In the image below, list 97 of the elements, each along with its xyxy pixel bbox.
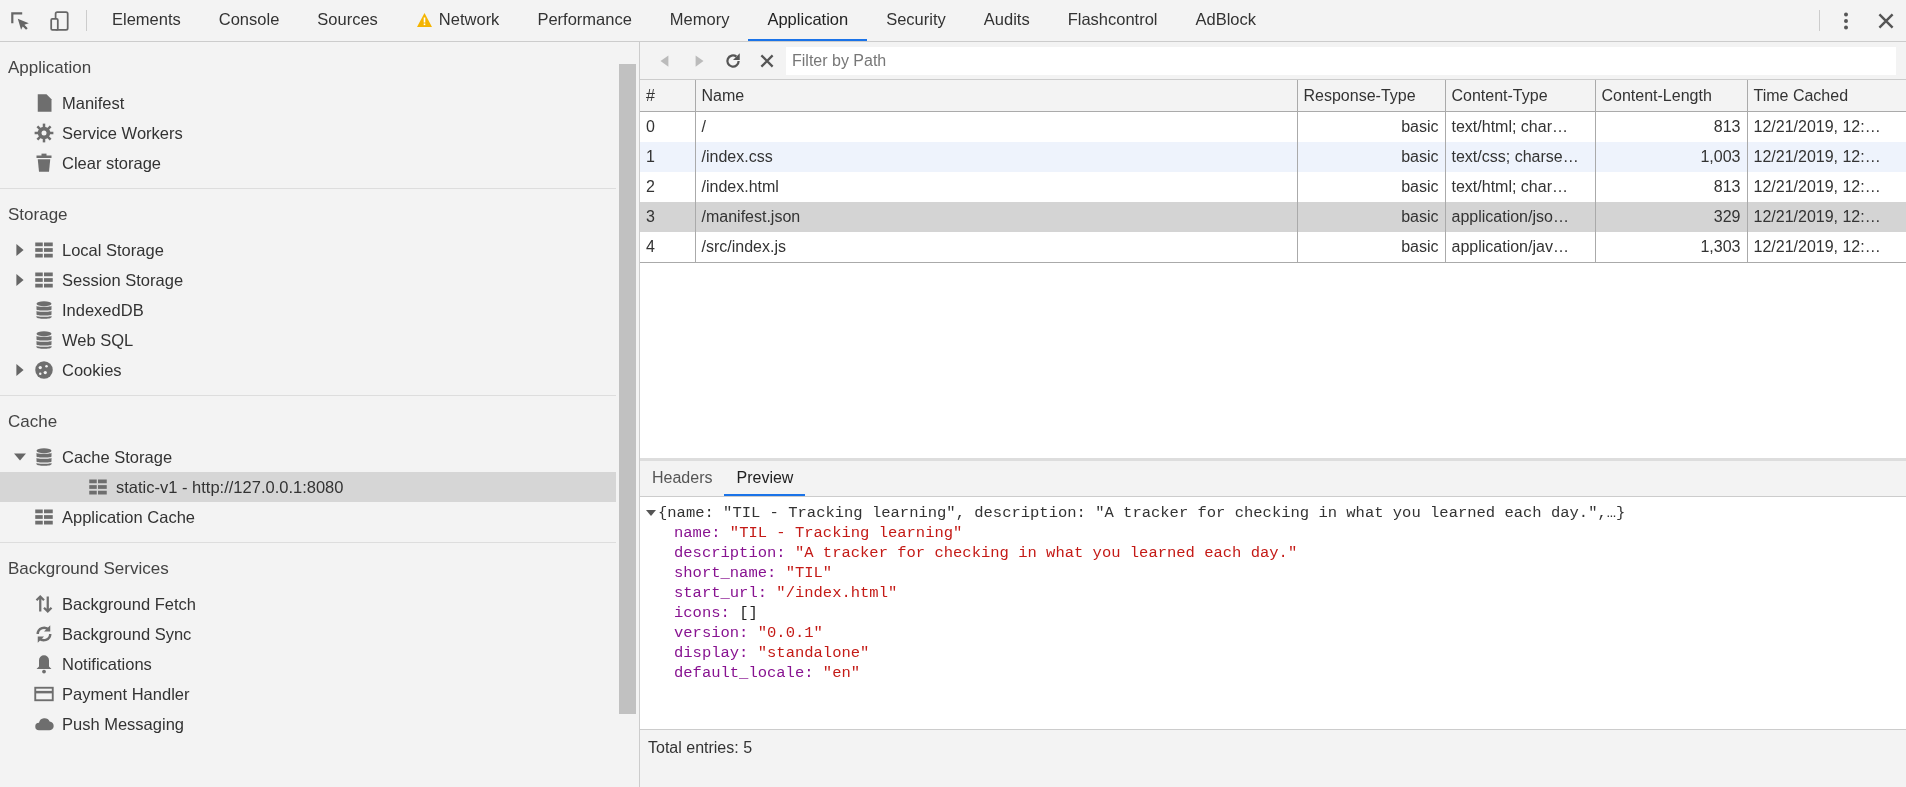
object-summary: {name: "TIL - Tracking learning", description: "A tracker for checking in what you learned each day.",…}: [658, 503, 1626, 523]
grid-icon: [34, 240, 54, 260]
sidebar-item[interactable]: Local Storage: [0, 235, 616, 265]
property-key: name:: [674, 523, 721, 543]
sidebar-item[interactable]: Clear storage: [0, 148, 616, 178]
refresh-icon: [724, 51, 742, 70]
property-value: "en": [822, 663, 861, 683]
sidebar-item[interactable]: Notifications: [0, 649, 616, 679]
table-cell: 3: [640, 202, 695, 232]
trash-icon: [34, 153, 54, 173]
property-key: description:: [674, 543, 786, 563]
expand-arrow-icon[interactable]: [14, 451, 26, 463]
table-cell: application/jso…: [1445, 202, 1595, 232]
table-cell: basic: [1297, 202, 1445, 232]
property-value: "TIL - Tracking learning": [729, 523, 963, 543]
property-key: default_locale:: [674, 663, 814, 683]
sidebar-item[interactable]: Cookies: [0, 355, 616, 385]
column-header[interactable]: Content-Type: [1445, 80, 1595, 112]
property-value: "/index.html": [776, 583, 898, 603]
table-cell: 1,303: [1595, 232, 1747, 263]
table-cell: text/css; charse…: [1445, 142, 1595, 172]
table-cell: 12/21/2019, 12:…: [1747, 142, 1906, 172]
property-value: "TIL": [785, 563, 833, 583]
table-cell: /manifest.json: [695, 202, 1297, 232]
table-cell: /index.css: [695, 142, 1297, 172]
database-icon: [34, 447, 54, 467]
sidebar-item[interactable]: Background Fetch: [0, 589, 616, 619]
property-key: icons:: [674, 603, 730, 623]
table-cell: 329: [1595, 202, 1747, 232]
database-icon: [34, 300, 54, 320]
property-value: "standalone": [757, 643, 870, 663]
panel-tab[interactable]: Sources: [298, 0, 397, 41]
sidebar-item[interactable]: IndexedDB: [0, 295, 616, 325]
section-heading: Background Services: [7, 558, 170, 580]
filter-field[interactable]: Filter by Path: [786, 46, 1896, 75]
property-key: display:: [674, 643, 749, 663]
preview-tab[interactable]: Headers: [640, 461, 725, 496]
column-header[interactable]: Name: [695, 80, 1297, 112]
table-cell: basic: [1297, 232, 1445, 263]
property-key: version:: [674, 623, 749, 643]
sidebar-item[interactable]: Push Messaging: [0, 709, 616, 739]
up-down-arrows-icon: [34, 594, 54, 614]
panel-tab[interactable]: Memory: [650, 0, 749, 41]
sidebar-item[interactable]: Manifest: [0, 88, 616, 118]
section-heading: Storage: [7, 204, 69, 226]
property-value: []: [739, 603, 758, 623]
column-header[interactable]: Content-Length: [1595, 80, 1747, 112]
panel-tab[interactable]: AdBlock: [1176, 0, 1276, 41]
gear-icon: [34, 123, 54, 143]
sidebar-item[interactable]: static-v1 - http://127.0.0.1:8080: [0, 472, 616, 502]
table-cell: 1,003: [1595, 142, 1747, 172]
table-cell: application/jav…: [1445, 232, 1595, 263]
warning-icon: [415, 11, 433, 28]
expand-arrow-icon[interactable]: [14, 244, 26, 256]
grid-icon: [34, 507, 54, 527]
column-header[interactable]: Response-Type: [1297, 80, 1445, 112]
expand-arrow-icon[interactable]: [14, 274, 26, 286]
table-cell: 12/21/2019, 12:…: [1747, 232, 1906, 263]
inspect-icon[interactable]: [9, 9, 31, 32]
expand-arrow-icon[interactable]: [14, 364, 26, 376]
panel-tab[interactable]: Security: [867, 0, 965, 41]
panel-tab[interactable]: Network: [396, 0, 519, 41]
sidebar-item[interactable]: Payment Handler: [0, 679, 616, 709]
sidebar-item[interactable]: Application Cache: [0, 502, 616, 532]
bell-icon: [34, 654, 54, 674]
panel-tab[interactable]: Console: [199, 0, 299, 41]
property-value: "A tracker for checking in what you learned each day.": [794, 543, 1298, 563]
table-cell: 4: [640, 232, 695, 263]
sidebar-item[interactable]: Background Sync: [0, 619, 616, 649]
device-toolbar-icon[interactable]: [49, 9, 71, 32]
cookie-icon: [34, 360, 54, 380]
property-value: "0.0.1": [757, 623, 823, 643]
sidebar-item[interactable]: Cache Storage: [0, 442, 616, 472]
property-key: short_name:: [674, 563, 777, 583]
sidebar-item[interactable]: Session Storage: [0, 265, 616, 295]
status-text: Total entries: 5: [648, 739, 753, 757]
sidebar-item[interactable]: Web SQL: [0, 325, 616, 355]
card-icon: [34, 684, 54, 704]
panel-tab[interactable]: Elements: [93, 0, 200, 41]
table-cell: /src/index.js: [695, 232, 1297, 263]
table-cell: basic: [1297, 142, 1445, 172]
panel-tab[interactable]: Audits: [964, 0, 1049, 41]
sync-icon: [34, 624, 54, 644]
expand-arrow-icon[interactable]: [646, 508, 656, 518]
column-header[interactable]: #: [640, 80, 695, 112]
section-heading: Application: [7, 57, 93, 79]
table-cell: 12/21/2019, 12:…: [1747, 202, 1906, 232]
grid-icon: [34, 270, 54, 290]
grid-icon: [88, 477, 108, 497]
property-key: start_url:: [674, 583, 767, 603]
sidebar-item[interactable]: Service Workers: [0, 118, 616, 148]
database-icon: [34, 330, 54, 350]
panel-tab[interactable]: Flashcontrol: [1048, 0, 1177, 41]
panel-tab[interactable]: Performance: [518, 0, 651, 41]
table-cell: 1: [640, 142, 695, 172]
section-heading: Cache: [7, 411, 59, 433]
column-header[interactable]: Time Cached: [1747, 80, 1906, 112]
